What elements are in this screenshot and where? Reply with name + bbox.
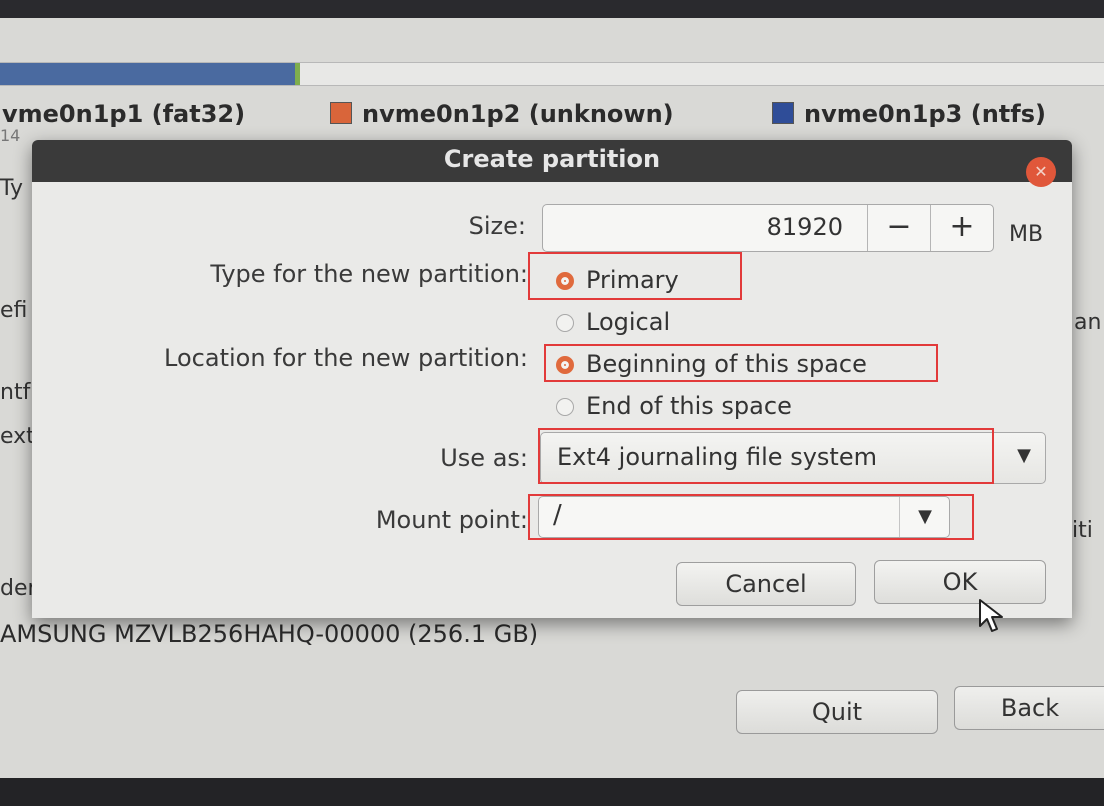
dialog-titlebar: Create partition ✕ <box>32 140 1072 187</box>
size-increment-button[interactable]: + <box>930 205 993 251</box>
cancel-button[interactable]: Cancel <box>676 562 856 606</box>
use-as-dropdown[interactable]: Ext4 journaling file system ▼ <box>540 432 1046 484</box>
legend-swatch-p3 <box>772 102 794 124</box>
bg-fragment-ntfs: ntf <box>0 380 31 405</box>
use-as-value: Ext4 journaling file system <box>557 443 877 471</box>
bg-fragment-ext: ext <box>0 424 35 449</box>
partition-usage-bar <box>0 62 1104 86</box>
mount-point-combobox[interactable]: / ▼ <box>538 496 950 538</box>
legend-label-p1: vme0n1p1 (fat32) <box>2 100 246 128</box>
bg-fragment-efi: efi <box>0 298 28 323</box>
radio-primary-label: Primary <box>586 266 679 294</box>
legend-item-p2: nvme0n1p2 (unknown) <box>330 100 674 128</box>
size-unit-label: MB <box>1009 222 1044 247</box>
legend-item-p3: nvme0n1p3 (ntfs) <box>772 100 1046 128</box>
mount-point-input[interactable]: / <box>553 500 562 530</box>
top-dark-edge <box>0 0 1104 20</box>
bg-fragment-iti: iti <box>1072 518 1093 543</box>
bg-fragment-an: an <box>1074 310 1102 335</box>
legend-label-p2: nvme0n1p2 (unknown) <box>362 100 674 128</box>
ok-button[interactable]: OK <box>874 560 1046 604</box>
mount-point-label: Mount point: <box>375 506 528 534</box>
legend-swatch-p2 <box>330 102 352 124</box>
boot-loader-device[interactable]: AMSUNG MZVLB256HAHQ-00000 (256.1 GB) <box>0 620 538 648</box>
partition-bar-segment-fat32 <box>0 63 295 85</box>
dialog-title: Create partition <box>443 145 661 173</box>
bg-fragment-size: 14 <box>0 126 21 145</box>
mouse-pointer-icon <box>979 599 1003 632</box>
location-label: Location for the new partition: <box>164 344 528 372</box>
size-spinbutton[interactable]: 81920 − + <box>542 204 994 252</box>
radio-beginning[interactable]: Beginning of this space <box>556 350 867 378</box>
radio-selected-icon <box>556 356 574 374</box>
back-button[interactable]: Back <box>954 686 1104 730</box>
legend-label-p3: nvme0n1p3 (ntfs) <box>804 100 1046 128</box>
radio-unselected-icon <box>556 314 574 332</box>
type-label: Type for the new partition: <box>210 260 528 288</box>
radio-selected-icon <box>556 272 574 290</box>
radio-beginning-label: Beginning of this space <box>586 350 867 378</box>
size-label: Size: <box>468 212 526 240</box>
radio-primary[interactable]: Primary <box>556 266 679 294</box>
partition-bar-segment-small <box>295 63 300 85</box>
close-icon[interactable]: ✕ <box>1026 157 1056 187</box>
radio-logical[interactable]: Logical <box>556 308 670 336</box>
radio-end-label: End of this space <box>586 392 792 420</box>
bg-fragment-type: Ty <box>0 176 24 201</box>
size-decrement-button[interactable]: − <box>867 205 930 251</box>
create-partition-dialog: Create partition ✕ Size: 81920 − + MB Ty… <box>32 140 1072 618</box>
legend-item-p1: vme0n1p1 (fat32) <box>2 100 245 128</box>
chevron-down-icon[interactable]: ▼ <box>899 497 950 537</box>
bottom-dark-edge <box>0 778 1104 806</box>
radio-logical-label: Logical <box>586 308 671 336</box>
size-input[interactable]: 81920 <box>543 213 843 241</box>
use-as-label: Use as: <box>440 444 528 472</box>
radio-end[interactable]: End of this space <box>556 392 792 420</box>
radio-unselected-icon <box>556 398 574 416</box>
quit-button[interactable]: Quit <box>736 690 938 734</box>
chevron-down-icon: ▼ <box>1017 445 1031 466</box>
